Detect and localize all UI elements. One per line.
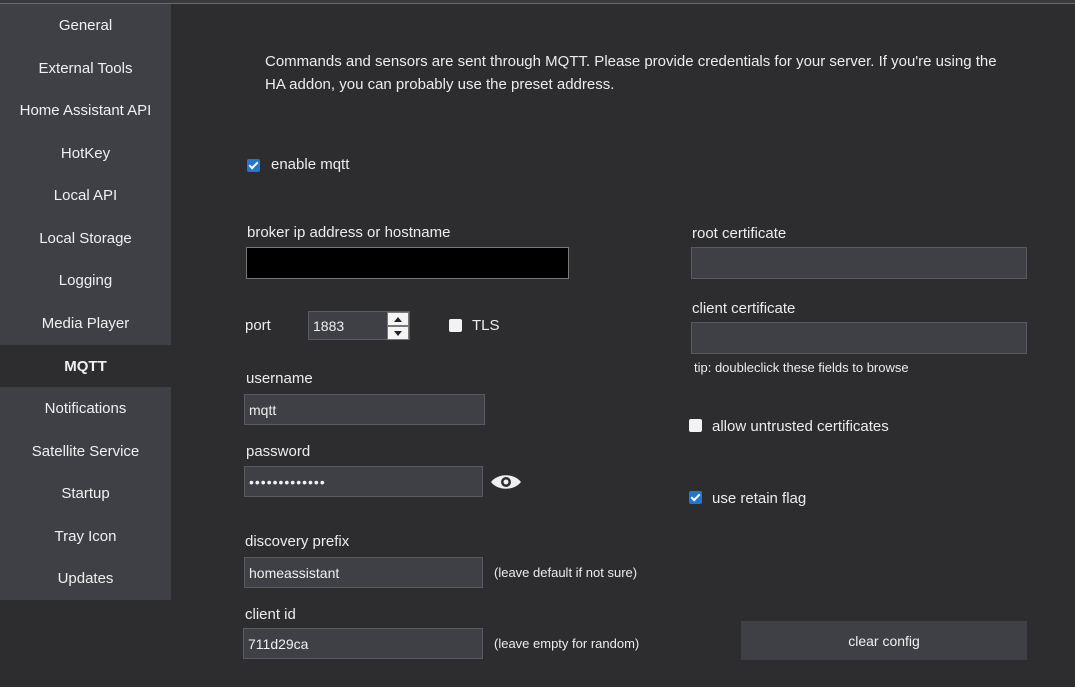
port-label: port: [245, 317, 271, 334]
eye-icon[interactable]: [490, 472, 522, 492]
retain-flag-label[interactable]: use retain flag: [712, 490, 806, 507]
sidebar-item-general[interactable]: General: [0, 4, 171, 46]
username-input[interactable]: mqtt: [244, 394, 485, 425]
sidebar-item-label: Media Player: [41, 314, 130, 332]
root-certificate-label: root certificate: [692, 225, 787, 242]
sidebar-item-startup[interactable]: Startup: [0, 472, 171, 514]
sidebar-item-media-player[interactable]: Media Player: [0, 302, 171, 344]
sidebar-item-label: General: [58, 16, 113, 34]
sidebar-item-label: Home Assistant API: [19, 101, 152, 119]
discovery-prefix-value: homeassistant: [249, 564, 340, 581]
settings-sidebar: General External Tools Home Assistant AP…: [0, 4, 171, 600]
sidebar-item-label: Startup: [61, 484, 110, 502]
sidebar-item-label: Logging: [58, 271, 113, 289]
sidebar-item-mqtt[interactable]: MQTT: [0, 345, 171, 387]
discovery-prefix-label: discovery prefix: [245, 533, 350, 550]
discovery-prefix-hint: (leave default if not sure): [494, 565, 638, 580]
retain-flag-checkbox[interactable]: [689, 491, 702, 504]
chevron-up-icon: [394, 316, 402, 322]
username-value: mqtt: [249, 401, 277, 418]
sidebar-item-label: MQTT: [64, 357, 107, 375]
password-input[interactable]: •••••••••••••: [244, 466, 483, 497]
port-value: 1883: [313, 317, 345, 334]
client-id-hint: (leave empty for random): [494, 636, 640, 651]
discovery-prefix-input[interactable]: homeassistant: [244, 557, 483, 588]
allow-untrusted-checkbox[interactable]: [689, 419, 702, 432]
enable-mqtt-checkbox[interactable]: [247, 159, 260, 172]
sidebar-item-local-storage[interactable]: Local Storage: [0, 217, 171, 259]
sidebar-item-label: Satellite Service: [31, 442, 140, 460]
sidebar-item-label: Local Storage: [39, 229, 132, 247]
sidebar-item-label: Tray Icon: [54, 527, 117, 545]
chevron-down-icon: [394, 330, 402, 336]
port-increment-button[interactable]: [387, 312, 409, 326]
sidebar-item-notifications[interactable]: Notifications: [0, 387, 171, 429]
sidebar-item-label: Notifications: [44, 399, 127, 417]
tls-checkbox[interactable]: [449, 319, 462, 332]
tls-label[interactable]: TLS: [472, 317, 500, 334]
broker-label: broker ip address or hostname: [247, 224, 451, 241]
sidebar-item-home-assistant-api[interactable]: Home Assistant API: [0, 89, 171, 131]
sidebar-item-updates[interactable]: Updates: [0, 557, 171, 599]
root-certificate-input[interactable]: [691, 247, 1027, 279]
client-id-label: client id: [245, 606, 296, 623]
client-id-input[interactable]: 711d29ca: [243, 628, 483, 659]
sidebar-item-label: External Tools: [38, 59, 133, 77]
sidebar-item-tray-icon[interactable]: Tray Icon: [0, 515, 171, 557]
client-certificate-label: client certificate: [692, 300, 796, 317]
port-decrement-button[interactable]: [387, 326, 409, 340]
sidebar-item-satellite-service[interactable]: Satellite Service: [0, 430, 171, 472]
mqtt-description: Commands and sensors are sent through MQ…: [265, 53, 997, 93]
sidebar-item-label: HotKey: [60, 144, 111, 162]
enable-mqtt-label[interactable]: enable mqtt: [271, 156, 349, 173]
client-certificate-input[interactable]: [691, 322, 1027, 354]
sidebar-item-label: Local API: [53, 186, 118, 204]
clear-config-button[interactable]: clear config: [741, 621, 1027, 660]
allow-untrusted-label[interactable]: allow untrusted certificates: [712, 418, 889, 435]
sidebar-item-label: Updates: [57, 569, 114, 587]
client-id-value: 711d29ca: [248, 635, 309, 652]
sidebar-item-logging[interactable]: Logging: [0, 259, 171, 301]
sidebar-item-external-tools[interactable]: External Tools: [0, 47, 171, 89]
username-label: username: [246, 370, 313, 387]
broker-input[interactable]: [246, 247, 569, 279]
password-value: •••••••••••••: [249, 473, 326, 490]
certificate-tip: tip: doubleclick these fields to browse: [694, 360, 909, 375]
sidebar-item-hotkey[interactable]: HotKey: [0, 132, 171, 174]
password-label: password: [246, 443, 311, 460]
sidebar-item-local-api[interactable]: Local API: [0, 174, 171, 216]
